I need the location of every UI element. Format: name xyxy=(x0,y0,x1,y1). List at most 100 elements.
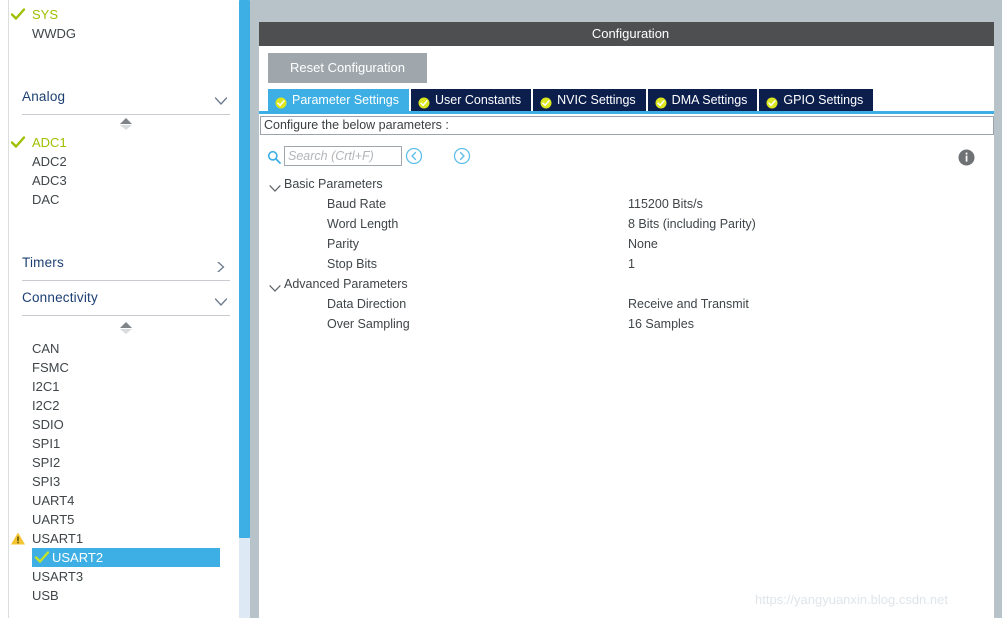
sidebar-section-label: Timers xyxy=(22,255,64,270)
sidebar-item-usart3[interactable]: USART3 xyxy=(32,567,83,586)
app-root: SYS WWDG Analog ADC1 ADC2 ADC3 DAC Timer… xyxy=(0,0,1002,618)
sidebar-item-adc2[interactable]: ADC2 xyxy=(32,152,67,171)
parameter-group-basic[interactable]: Basic Parameters xyxy=(259,174,1002,194)
panel-splitter[interactable] xyxy=(250,0,259,618)
sidebar-item-label: USART2 xyxy=(52,550,104,565)
parameter-value[interactable]: Receive and Transmit xyxy=(628,294,749,314)
sidebar-item-uart5[interactable]: UART5 xyxy=(32,510,74,529)
configuration-description: Configure the below parameters : xyxy=(260,116,994,135)
sidebar-item-i2c1[interactable]: I2C1 xyxy=(32,377,59,396)
check-badge-icon xyxy=(275,94,287,109)
search-row xyxy=(259,146,1002,172)
sidebar-item-can[interactable]: CAN xyxy=(32,339,59,358)
watermark: https://yangyuanxin.blog.csdn.net xyxy=(755,592,948,607)
check-badge-icon xyxy=(766,94,778,109)
chevron-down-icon[interactable] xyxy=(269,180,281,192)
sidebar-item-label: SDIO xyxy=(32,417,64,432)
configuration-title-bar: Configuration xyxy=(259,22,1002,46)
parameter-group-advanced[interactable]: Advanced Parameters xyxy=(259,274,1002,294)
parameter-value[interactable]: 8 Bits (including Parity) xyxy=(628,214,756,234)
window-right-edge xyxy=(994,0,1002,618)
sidebar-item-label: I2C1 xyxy=(32,379,60,394)
search-icon xyxy=(267,150,281,164)
check-badge-icon xyxy=(540,94,552,109)
tab-label: Parameter Settings xyxy=(292,93,399,107)
reset-configuration-button[interactable]: Reset Configuration xyxy=(268,53,427,83)
tab-label: DMA Settings xyxy=(671,93,748,107)
check-icon xyxy=(34,550,50,565)
sidebar-item-label: DAC xyxy=(32,192,60,207)
parameter-value[interactable]: 1 xyxy=(628,254,635,274)
connectivity-scroll-spinner[interactable] xyxy=(117,320,135,336)
sidebar-item-label: ADC1 xyxy=(32,135,67,150)
info-icon[interactable] xyxy=(958,149,975,166)
tab-underline xyxy=(259,111,1002,114)
sidebar-item-usb[interactable]: USB xyxy=(32,586,59,605)
chevron-right-circle-icon[interactable] xyxy=(453,147,471,165)
tab-nvic-settings[interactable]: NVIC Settings xyxy=(533,89,646,111)
sidebar-item-fsmc[interactable]: FSMC xyxy=(32,358,69,377)
sidebar-scrollbar-thumb[interactable] xyxy=(239,0,250,538)
sidebar-section-analog[interactable]: Analog xyxy=(22,85,230,115)
parameter-value[interactable]: 115200 Bits/s xyxy=(628,194,703,214)
tab-label: GPIO Settings xyxy=(783,93,864,107)
tab-parameter-settings[interactable]: Parameter Settings xyxy=(268,89,409,111)
sidebar-item-label: ADC2 xyxy=(32,154,67,169)
check-badge-icon xyxy=(418,94,430,109)
parameter-value[interactable]: 16 Samples xyxy=(628,314,694,334)
panel-top-gap xyxy=(259,0,1002,22)
sidebar-item-sys[interactable]: SYS xyxy=(10,5,59,24)
sidebar-item-adc1[interactable]: ADC1 xyxy=(10,133,67,152)
sidebar-item-adc3[interactable]: ADC3 xyxy=(32,171,67,190)
parameter-name: Word Length xyxy=(327,217,399,231)
parameter-row-baud-rate[interactable]: Baud Rate 115200 Bits/s xyxy=(259,194,1002,214)
tab-gpio-settings[interactable]: GPIO Settings xyxy=(759,89,874,111)
sidebar-section-label: Connectivity xyxy=(22,290,98,305)
sidebar-item-label: I2C2 xyxy=(32,398,60,413)
parameter-row-over-sampling[interactable]: Over Sampling 16 Samples xyxy=(259,314,1002,334)
settings-tabstrip: Parameter Settings User Constants NVIC S… xyxy=(268,89,875,111)
sidebar-item-usart1[interactable]: USART1 xyxy=(11,529,83,548)
analog-scroll-spinner[interactable] xyxy=(117,116,135,132)
sidebar-section-label: Analog xyxy=(22,89,66,104)
sidebar-item-spi1[interactable]: SPI1 xyxy=(32,434,60,453)
sidebar-item-label: USART3 xyxy=(32,569,84,584)
chevron-right-icon xyxy=(214,259,228,273)
sidebar-item-i2c2[interactable]: I2C2 xyxy=(32,396,59,415)
parameter-row-word-length[interactable]: Word Length 8 Bits (including Parity) xyxy=(259,214,1002,234)
sidebar-item-sdio[interactable]: SDIO xyxy=(32,415,64,434)
parameter-row-stop-bits[interactable]: Stop Bits 1 xyxy=(259,254,1002,274)
configuration-panel: Configuration Reset Configuration Parame… xyxy=(259,0,1002,618)
peripheral-sidebar: SYS WWDG Analog ADC1 ADC2 ADC3 DAC Timer… xyxy=(0,0,232,618)
sidebar-section-connectivity[interactable]: Connectivity xyxy=(22,286,230,316)
sidebar-item-label: UART4 xyxy=(32,493,75,508)
tab-label: User Constants xyxy=(435,93,522,107)
sidebar-item-label: SPI2 xyxy=(32,455,61,470)
tab-user-constants[interactable]: User Constants xyxy=(411,89,532,111)
sidebar-section-timers[interactable]: Timers xyxy=(22,251,230,281)
sidebar-item-label: SPI3 xyxy=(32,474,61,489)
parameter-name: Stop Bits xyxy=(327,257,378,271)
parameter-name: Data Direction xyxy=(327,297,407,311)
sidebar-item-label: WWDG xyxy=(32,26,77,41)
sidebar-item-wwdg[interactable]: WWDG xyxy=(32,24,76,43)
sidebar-item-spi3[interactable]: SPI3 xyxy=(32,472,60,491)
sidebar-item-label: SYS xyxy=(32,7,59,22)
sidebar-item-uart4[interactable]: UART4 xyxy=(32,491,74,510)
sidebar-item-usart2[interactable]: USART2 xyxy=(32,548,220,567)
parameter-row-data-direction[interactable]: Data Direction Receive and Transmit xyxy=(259,294,1002,314)
chevron-down-icon[interactable] xyxy=(269,280,281,292)
sidebar-item-spi2[interactable]: SPI2 xyxy=(32,453,60,472)
tab-dma-settings[interactable]: DMA Settings xyxy=(647,89,758,111)
parameter-tree: Basic Parameters Baud Rate 115200 Bits/s… xyxy=(259,174,1002,334)
sidebar-item-label: USB xyxy=(32,588,59,603)
sidebar-item-dac[interactable]: DAC xyxy=(32,190,59,209)
parameter-name: Baud Rate xyxy=(327,197,387,211)
parameter-value[interactable]: None xyxy=(628,234,658,254)
tab-label: NVIC Settings xyxy=(557,93,636,107)
warning-triangle-icon xyxy=(10,531,26,546)
chevron-left-circle-icon[interactable] xyxy=(405,147,423,165)
parameter-name: Parity xyxy=(327,237,359,251)
parameter-row-parity[interactable]: Parity None xyxy=(259,234,1002,254)
search-input[interactable] xyxy=(284,146,402,166)
